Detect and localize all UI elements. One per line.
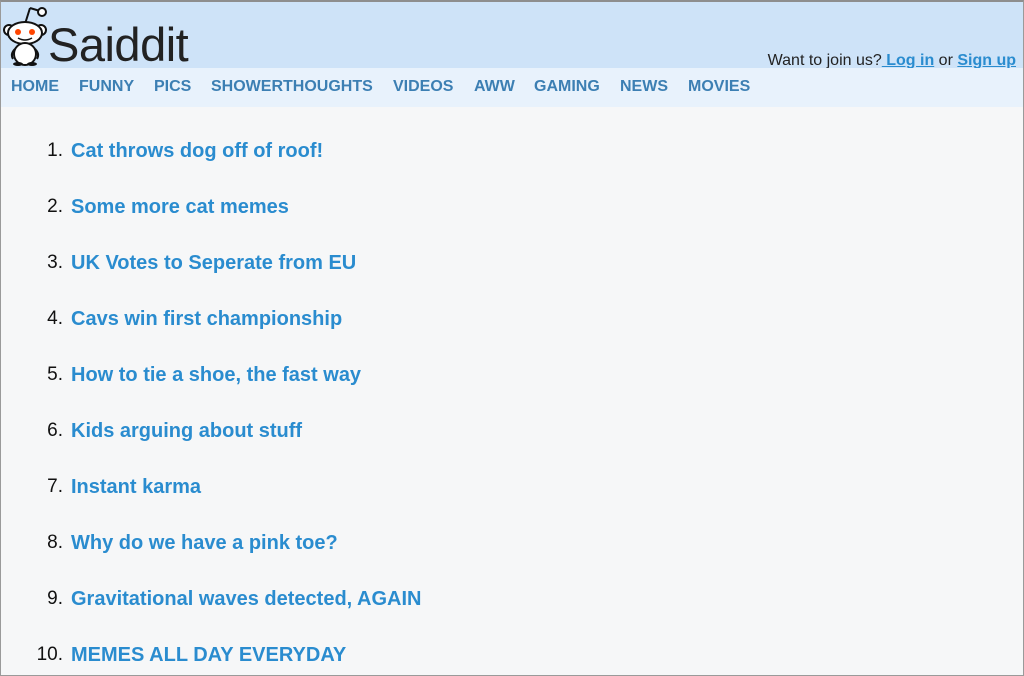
nav-item-movies[interactable]: MOVIES (688, 78, 750, 96)
post-rank: 3. (47, 252, 63, 273)
nav-item-funny[interactable]: FUNNY (79, 78, 134, 96)
join-text: Want to join us? (767, 52, 882, 69)
or-text: or (934, 52, 958, 69)
post-title-link[interactable]: UK Votes to Seperate from EU (71, 250, 356, 276)
post-rank: 6. (47, 420, 63, 441)
post-rank: 4. (47, 308, 63, 329)
post-rank: 8. (47, 532, 63, 553)
post-title-link[interactable]: Cavs win first championship (71, 306, 342, 332)
post-rank: 1. (47, 140, 63, 161)
post-rank: 9. (47, 588, 63, 609)
post-title-link[interactable]: Kids arguing about stuff (71, 418, 302, 444)
post-title-link[interactable]: Cat throws dog off of roof! (71, 138, 323, 164)
nav-item-gaming[interactable]: GAMING (534, 78, 600, 96)
nav-item-videos[interactable]: VIDEOS (393, 78, 453, 96)
nav-item-showerthoughts[interactable]: SHOWERTHOUGHTS (211, 78, 373, 96)
signup-link[interactable]: Sign up (957, 52, 1016, 69)
nav-item-aww[interactable]: AWW (474, 78, 515, 96)
site-header: Saiddit Want to join us? Log in or Sign … (0, 0, 1024, 71)
post-title-link[interactable]: MEMES ALL DAY EVERYDAY (71, 642, 346, 668)
login-link[interactable]: Log in (882, 52, 934, 69)
post-title-link[interactable]: Gravitational waves detected, AGAIN (71, 586, 421, 612)
post-title-link[interactable]: Some more cat memes (71, 194, 289, 220)
post-rank: 7. (47, 476, 63, 497)
post-title-link[interactable]: Instant karma (71, 474, 201, 500)
nav-item-pics[interactable]: PICS (154, 78, 191, 96)
post-title-link[interactable]: How to tie a shoe, the fast way (71, 362, 361, 388)
site-name[interactable]: Saiddit (48, 19, 189, 71)
alien-mascot-icon[interactable] (2, 2, 48, 66)
post-rank: 2. (47, 196, 63, 217)
nav-item-news[interactable]: NEWS (620, 78, 668, 96)
post-rank: 10. (36, 644, 63, 665)
nav-item-home[interactable]: HOME (11, 78, 59, 96)
post-rank: 5. (47, 364, 63, 385)
post-title-link[interactable]: Why do we have a pink toe? (71, 530, 338, 556)
subreddit-nav: HOME FUNNY PICS SHOWERTHOUGHTS VIDEOS AW… (0, 68, 1024, 107)
